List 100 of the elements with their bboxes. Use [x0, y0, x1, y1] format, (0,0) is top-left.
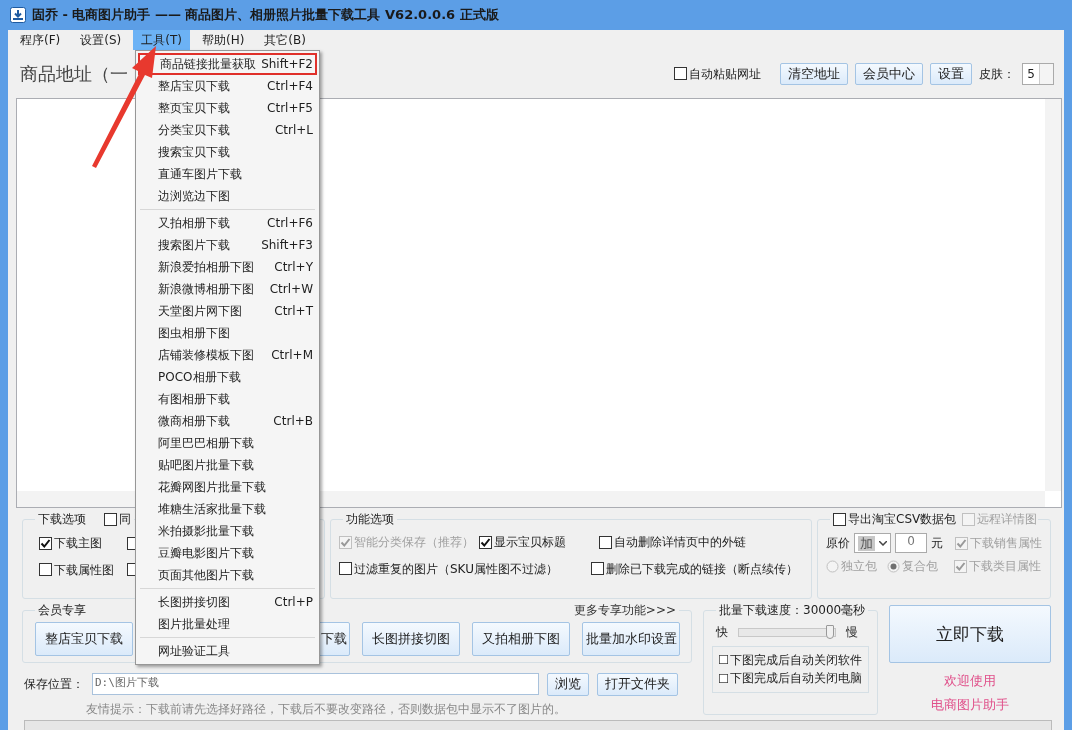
save-path-field[interactable]: D:\图片下载 [92, 673, 539, 696]
menu-item[interactable]: 整店宝贝下载 Ctrl+F4 [138, 75, 317, 97]
feature-button[interactable]: 批量加水印设置 [582, 622, 680, 657]
feature-button[interactable]: 又拍相册下图 [472, 622, 570, 657]
menu-item[interactable]: 豆瓣电影图片下载 [138, 542, 317, 564]
radio-label: 复合包 [902, 559, 938, 574]
menu-item-label: 阿里巴巴相册下载 [158, 435, 254, 451]
menu-item[interactable]: 分类宝贝下载 Ctrl+L [138, 119, 317, 141]
menu-item[interactable]: 微商相册下载 Ctrl+B [138, 410, 317, 432]
folder-button[interactable]: 浏览 [547, 673, 589, 696]
checkbox-label: 下图完成后自动关闭软件 [730, 652, 862, 668]
menu-item[interactable]: 米拍摄影批量下载 [138, 520, 317, 542]
menu-item[interactable]: 直通车图片下载 [138, 163, 317, 185]
menu-item[interactable]: 整页宝贝下载 Ctrl+F5 [138, 97, 317, 119]
menu-item[interactable]: 搜索图片下载 Shift+F3 [138, 234, 317, 256]
checkbox-label: 智能分类保存（推荐） [354, 535, 474, 550]
menu-item[interactable]: 有图相册下载 [138, 388, 317, 410]
menu-item[interactable]: 搜索宝贝下载 [138, 141, 317, 163]
checkbox[interactable] [39, 537, 52, 551]
checkbox[interactable] [591, 562, 604, 576]
folder-button[interactable]: 打开文件夹 [597, 673, 678, 696]
speed-slider-track[interactable] [738, 628, 836, 638]
checkbox[interactable] [479, 536, 492, 550]
window-title: 固乔 - 电商图片助手 —— 商品图片、相册照片批量下载工具 V62.0.0.6 正式版 [32, 7, 499, 23]
checkbox[interactable] [719, 671, 728, 685]
shortcut-text: Ctrl+M [271, 347, 313, 363]
menu-item[interactable]: 又拍相册下载 Ctrl+F6 [138, 212, 317, 234]
menu-item-label: 分类宝贝下载 [158, 122, 230, 138]
menu-item-label: 店铺装修模板下图 [158, 347, 254, 363]
hint-text: 友情提示：下载前请先选择好路径，下载后不要改变路径，否则数据包中显示不了图片的。 [85, 700, 567, 717]
group-title: 功能选项 [346, 512, 394, 527]
shortcut-text: Ctrl+T [274, 303, 313, 319]
skin-spinner[interactable]: 5 [1022, 63, 1054, 85]
shortcut-text: Ctrl+P [274, 594, 313, 610]
menu-item[interactable]: 新浪爱拍相册下图 Ctrl+Y [138, 256, 317, 278]
menu-item-label: 长图拼接切图 [158, 594, 230, 610]
checkbox[interactable] [39, 563, 52, 577]
shortcut-text: Ctrl+F5 [267, 100, 313, 116]
menu-item[interactable]: 新浪微博相册下图 Ctrl+W [138, 278, 317, 300]
menu-item-label: 花瓣网图片批量下载 [158, 479, 266, 495]
menu-item[interactable]: 其它(B) [256, 30, 314, 50]
menu-item[interactable]: 花瓣网图片批量下载 [138, 476, 317, 498]
menu-item-label: 天堂图片网下图 [158, 303, 242, 319]
price-dropdown[interactable]: 加 [854, 533, 891, 554]
menu-item[interactable]: 帮助(H) [193, 30, 253, 50]
checkbox-label: 删除已下载完成的链接（断点续传） [606, 561, 798, 577]
checkbox-label: 过滤重复的图片（SKU属性图不过滤） [354, 561, 558, 577]
checkbox-label: 下载属性图 [54, 562, 114, 578]
more-features-link[interactable]: 更多专享功能>>> [573, 603, 676, 618]
menu-item[interactable]: 工具(T) [133, 30, 190, 50]
app-icon [10, 7, 26, 23]
checkbox-label: 远程详情图 [977, 512, 1038, 527]
menu-item-label: 网址验证工具 [158, 643, 230, 659]
toolbar-button[interactable]: 会员中心 [855, 62, 924, 86]
radio-label: 独立包 [841, 559, 877, 574]
menu-item-label: 页面其他图片下载 [158, 567, 254, 583]
menu-item[interactable]: 边浏览边下图 [138, 185, 317, 207]
menu-item-label: 商品链接批量获取 [160, 56, 256, 72]
menu-item[interactable]: 图片批量处理 [138, 613, 317, 635]
menu-item[interactable]: 长图拼接切图 Ctrl+P [138, 591, 317, 613]
menu-item-label: 新浪爱拍相册下图 [158, 259, 254, 275]
feature-button[interactable]: 下载 [318, 622, 350, 657]
checkbox[interactable] [674, 67, 688, 81]
shortcut-text: Ctrl+L [274, 122, 313, 138]
price-field[interactable]: 0 [895, 533, 927, 554]
menu-item[interactable]: POCO相册下载 [138, 366, 317, 388]
checkbox-label: 导出淘宝CSV数据包 [848, 512, 957, 527]
checkbox[interactable] [719, 653, 728, 667]
feature-button[interactable]: 整店宝贝下载 [35, 622, 133, 657]
shortcut-text: Ctrl+F4 [267, 78, 313, 94]
menu-item[interactable]: 页面其他图片下载 [138, 564, 317, 586]
menu-item[interactable]: 贴吧图片批量下载 [138, 454, 317, 476]
checkbox-label: 下载主图 [54, 536, 102, 551]
menu-item[interactable]: 图虫相册下图 [138, 322, 317, 344]
checkbox[interactable] [104, 512, 117, 526]
toolbar-button[interactable]: 清空地址 [780, 62, 849, 86]
checkbox[interactable] [339, 562, 352, 576]
shortcut-text: Ctrl+F6 [267, 215, 313, 231]
menu-item[interactable]: 阿里巴巴相册下载 [138, 432, 317, 454]
menu-item[interactable]: 程序(F) [12, 30, 69, 50]
slider-thumb[interactable] [826, 625, 835, 640]
menu-item-label: 图片批量处理 [158, 616, 230, 632]
menu-item-label: 豆瓣电影图片下载 [158, 545, 254, 561]
toolbar-button[interactable]: 设置 [930, 62, 973, 86]
skin-label: 皮肤： [979, 66, 1016, 82]
checkbox[interactable] [833, 512, 846, 526]
menu-item[interactable]: 堆糖生活家批量下载 [138, 498, 317, 520]
menu-item[interactable]: 天堂图片网下图 Ctrl+T [138, 300, 317, 322]
menu-item[interactable]: 商品链接批量获取 Shift+F2 [138, 53, 317, 75]
menu-item[interactable]: 店铺装修模板下图 Ctrl+M [138, 344, 317, 366]
menu-item[interactable]: 网址验证工具 [138, 640, 317, 662]
feature-button[interactable]: 长图拼接切图 [362, 622, 460, 657]
vertical-scrollbar[interactable] [1045, 99, 1061, 491]
menu-item-label: 米拍摄影批量下载 [158, 523, 254, 539]
checkbox[interactable] [599, 536, 612, 550]
menu-item-label: 直通车图片下载 [158, 166, 242, 182]
checkbox-label: 自动删除详情页中的外链 [614, 535, 746, 550]
menu-item-label: 堆糖生活家批量下载 [158, 501, 266, 517]
menu-item[interactable]: 设置(S) [72, 30, 130, 50]
start-download-button[interactable]: 立即下载 [889, 605, 1051, 663]
